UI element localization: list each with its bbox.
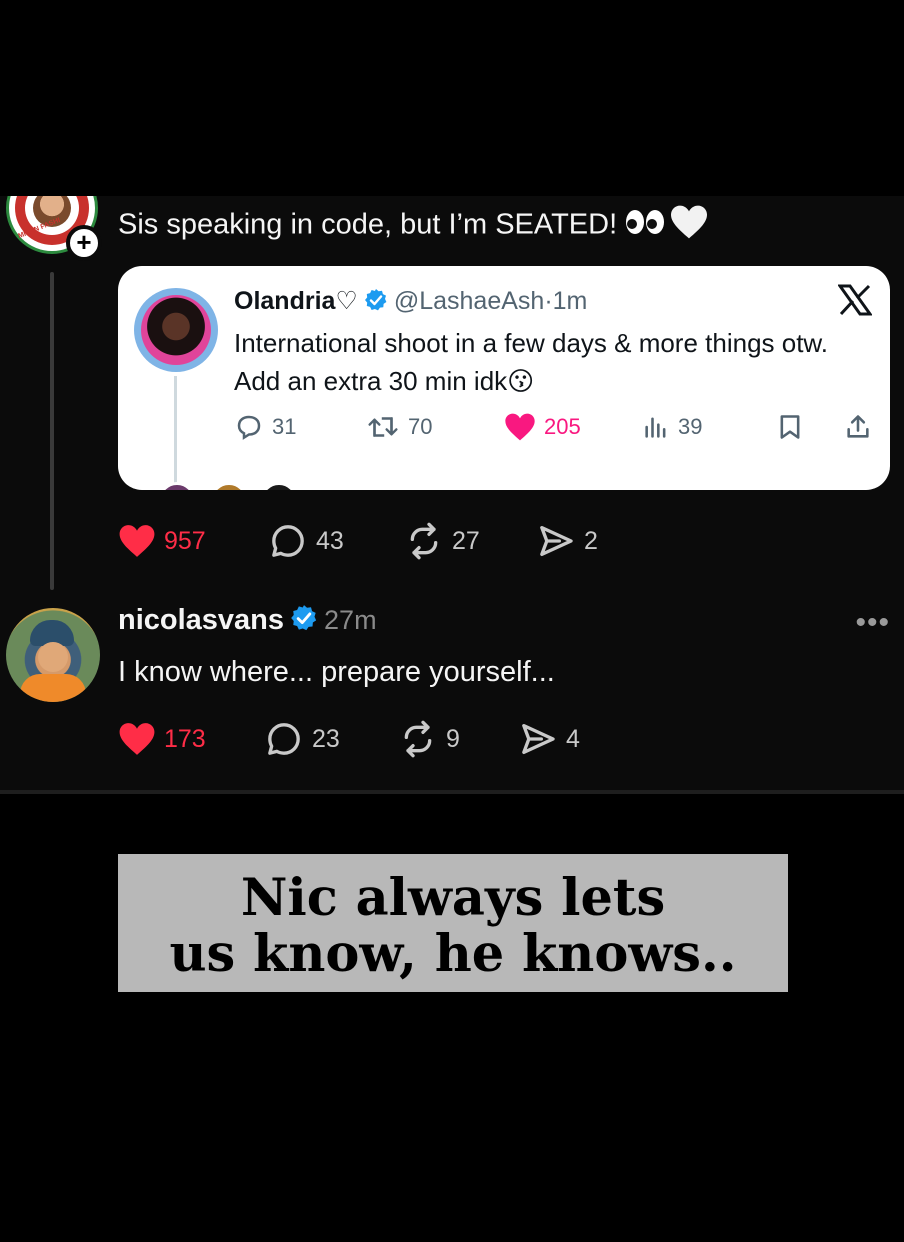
reply-avatar [210,482,248,490]
avatar-face [38,642,68,672]
quoted-body: International shoot in a few days & more… [234,324,854,400]
post2-repost-count: 9 [446,724,460,753]
repost-icon [368,417,398,437]
heart-filled-icon [505,413,535,441]
post2-reply-button[interactable]: 23 [264,717,340,761]
quoted-like-button[interactable]: 205 [504,410,581,444]
bookmark-button[interactable] [776,410,812,444]
heart-filled-icon [119,525,155,557]
quoted-views-count: 39 [678,414,703,439]
verified-badge-icon [364,288,388,319]
quoted-thread-line [174,376,177,490]
quoted-name[interactable]: Olandria♡ [234,287,358,315]
post1-share-count: 2 [584,526,598,555]
quoted-actions: 31 70 205 39 [234,410,874,444]
verified-badge-icon [290,604,318,640]
quoted-handle[interactable]: @LashaeAsh [394,287,544,315]
dot-separator: · [544,287,553,315]
share-button[interactable] [844,410,880,444]
reply-bubble-icon [237,415,261,440]
post2-share-button[interactable]: 4 [518,717,580,761]
post1-text: Sis speaking in code, but I’m SEATED! [118,208,618,241]
send-paper-plane-icon [540,526,573,556]
white-heart-emoji-icon [669,204,709,248]
kissing-face-emoji: 😗 [507,366,535,396]
eyes-emoji-icon [625,208,665,244]
post1-reply-button[interactable]: 43 [268,519,344,563]
heart-filled-icon [119,723,155,755]
avatar-vest [20,674,86,702]
quoted-reply-button[interactable]: 31 [234,410,296,444]
post1-like-count: 957 [164,526,206,555]
caption-box: Nic always lets us know, he knows.. [118,854,788,992]
post2-like-button[interactable]: 173 [118,717,206,761]
post2-share-count: 4 [566,724,580,753]
post2-text: I know where... prepare yourself... [118,656,555,688]
post1-reply-count: 43 [316,526,344,555]
reply-avatar [158,482,196,490]
post1-like-button[interactable]: 957 [118,519,206,563]
post2-username[interactable]: nicolasvans [118,604,284,636]
follow-button[interactable]: + [66,225,102,261]
post1-repost-count: 27 [452,526,480,555]
repost-icon [410,522,438,560]
post2-actions: 173 23 9 4 [118,717,678,761]
send-paper-plane-icon [522,724,555,754]
reply-bubble-icon [268,723,300,755]
post2-avatar[interactable] [6,608,100,702]
repost-icon [404,720,432,758]
post2-reply-count: 23 [312,724,340,753]
quoted-views-button[interactable]: 39 [642,410,702,444]
post2-like-count: 173 [164,724,206,753]
quoted-avatar-photo [141,295,211,365]
quoted-time: 1m [552,287,588,315]
post2-repost-button[interactable]: 9 [398,717,460,761]
reply-avatar [260,482,298,490]
quoted-like-count: 205 [544,414,581,439]
bookmark-icon [780,415,800,439]
quoted-header: Olandria♡ @LashaeAsh·1m [234,286,587,319]
more-options-icon[interactable]: ••• [855,606,890,640]
quoted-reply-count: 31 [272,414,297,439]
post2-header: nicolasvans 27m [118,604,377,640]
share-upload-icon [847,415,869,438]
feed-divider [0,790,904,794]
quoted-post-card[interactable]: Olandria♡ @LashaeAsh·1m International sho… [118,266,890,490]
quoted-avatar[interactable] [134,288,218,372]
reply-bubble-icon [272,525,304,557]
quoted-repost-count: 70 [408,414,433,439]
post2-time: 27m [324,605,377,635]
quoted-repost-button[interactable]: 70 [366,410,432,444]
post1-actions: 957 43 27 2 [118,519,678,563]
post1-share-button[interactable]: 2 [536,519,598,563]
post1-repost-button[interactable]: 27 [404,519,480,563]
caption-line-1: Nic always lets [240,868,666,928]
caption-line-2: us know, he knows.. [169,924,737,984]
post1-text-row: Sis speaking in code, but I’m SEATED! [118,204,709,248]
x-logo-icon [837,284,873,321]
thread-connector-line [50,272,54,590]
views-bar-chart-icon [645,417,666,438]
